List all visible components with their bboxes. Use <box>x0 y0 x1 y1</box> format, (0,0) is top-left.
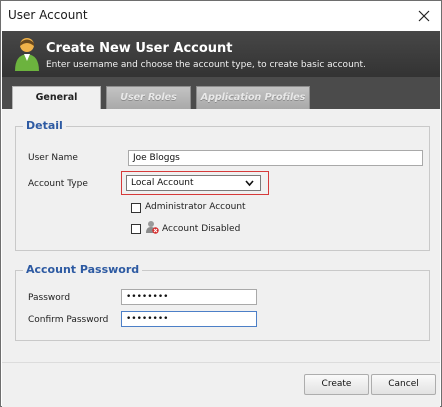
administrator-checkbox[interactable] <box>131 203 141 213</box>
username-input[interactable]: Joe Bloggs <box>128 150 423 166</box>
user-disabled-icon <box>146 221 159 234</box>
tab-bar: General User Roles Application Profiles <box>2 77 440 110</box>
tab-application-profiles[interactable]: Application Profiles <box>196 86 310 109</box>
detail-group: Detail User Name Joe Bloggs Account Type… <box>15 119 430 251</box>
close-button[interactable] <box>413 5 435 27</box>
account-password-group: Account Password Password •••••••• Confi… <box>15 263 430 341</box>
administrator-checkbox-label: Administrator Account <box>145 202 246 212</box>
confirm-password-input[interactable]: •••••••• <box>121 311 257 327</box>
account-type-value: Local Account <box>131 178 194 188</box>
confirm-password-label: Confirm Password <box>28 315 109 325</box>
tab-general[interactable]: General <box>12 86 101 110</box>
cancel-button[interactable]: Cancel <box>371 374 436 395</box>
title-bar: User Account <box>1 1 441 31</box>
header-title: Create New User Account <box>46 41 233 56</box>
dialog-footer: Create Cancel <box>2 363 440 407</box>
username-label: User Name <box>28 153 78 163</box>
account-disabled-checkbox-label: Account Disabled <box>162 224 241 234</box>
account-type-highlight: Local Account <box>121 171 269 195</box>
user-icon <box>15 38 39 71</box>
password-label: Password <box>28 293 71 303</box>
tab-user-roles[interactable]: User Roles <box>106 86 191 109</box>
detail-legend: Detail <box>23 119 66 132</box>
chevron-down-icon <box>245 180 254 187</box>
user-account-dialog: User Account Create New User Account Ent… <box>0 0 442 407</box>
account-type-label: Account Type <box>28 179 88 189</box>
account-password-legend: Account Password <box>23 263 143 276</box>
create-button[interactable]: Create <box>304 374 369 395</box>
password-input[interactable]: •••••••• <box>121 289 257 305</box>
account-disabled-checkbox[interactable] <box>131 224 141 234</box>
account-type-select[interactable]: Local Account <box>126 175 261 191</box>
close-icon <box>418 10 430 22</box>
general-tab-panel: Detail User Name Joe Bloggs Account Type… <box>2 109 440 362</box>
dialog-header: Create New User Account Enter username a… <box>2 31 440 77</box>
window-title: User Account <box>8 8 88 22</box>
header-subtitle: Enter username and choose the account ty… <box>46 60 366 70</box>
